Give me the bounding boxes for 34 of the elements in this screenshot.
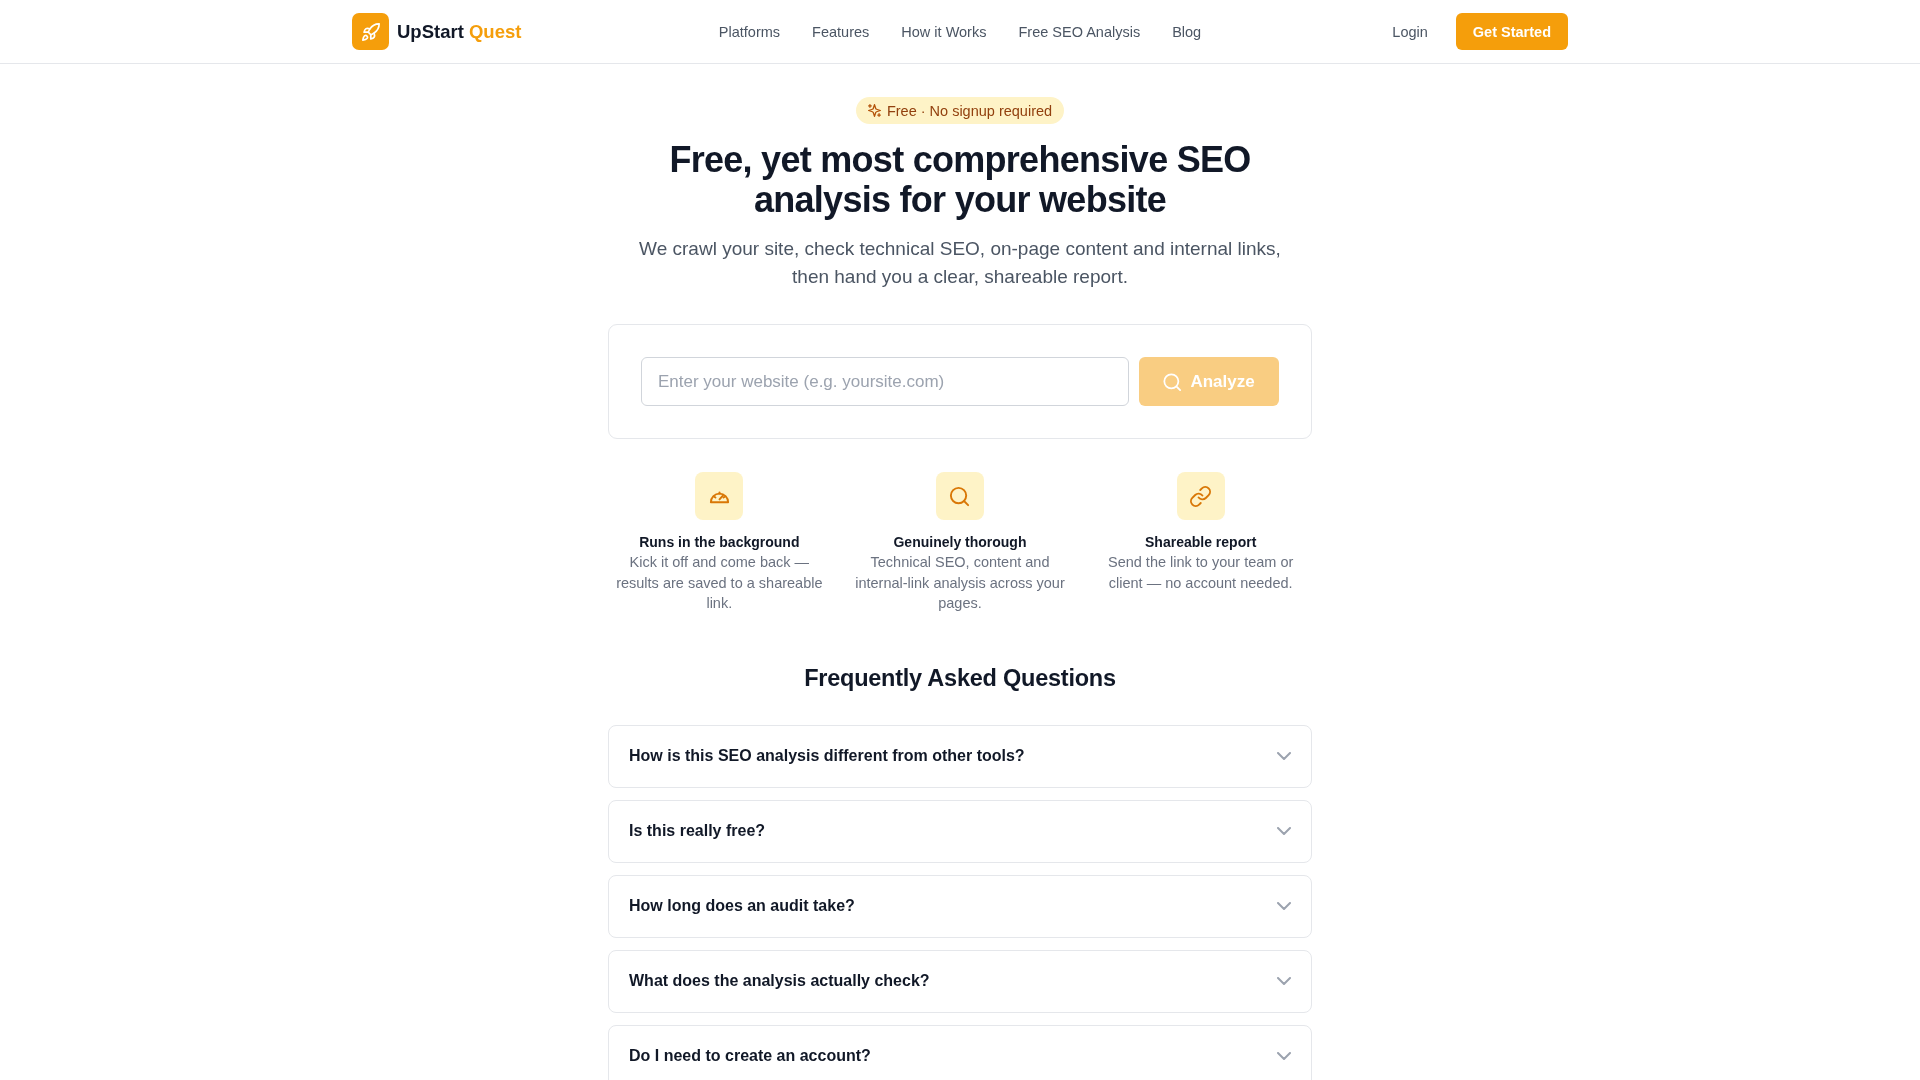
chevron-down-icon xyxy=(1277,827,1291,835)
search-icon xyxy=(936,472,984,520)
headline: Free, yet most comprehensive SEO analysis for your website xyxy=(668,140,1252,220)
feature-text: Send the link to your team or client — no account needed. xyxy=(1106,553,1295,593)
rocket-icon[interactable] xyxy=(352,13,389,50)
faq-item[interactable]: How is this SEO analysis different from other tools? xyxy=(608,724,1312,788)
chevron-down-icon xyxy=(1277,977,1291,985)
faq-item[interactable]: Is this really free? xyxy=(608,799,1312,863)
url-input[interactable]: Enter your website (e.g. yoursite.com) xyxy=(641,357,1129,406)
gauge-icon xyxy=(695,472,744,520)
link-icon xyxy=(1176,472,1225,520)
badge: Free · No signup required xyxy=(855,97,1065,124)
logo-text[interactable]: UpStart Quest xyxy=(397,20,522,43)
sparkle-icon xyxy=(867,104,881,117)
feature-title: Shareable report xyxy=(1145,533,1257,552)
faq-item[interactable]: What does the analysis actually check? xyxy=(608,949,1312,1013)
chevron-down-icon xyxy=(1277,752,1291,760)
nav-link[interactable]: Features xyxy=(812,23,870,40)
search-icon xyxy=(1163,372,1182,391)
nav-link[interactable]: How it Works xyxy=(901,23,987,40)
feature-text: Kick it off and come back — results are saved to a shareable link. xyxy=(615,553,824,613)
nav-link[interactable]: Platforms xyxy=(718,23,781,40)
subtitle: We crawl your site, check technical SEO, on-page content and internal links, then hand you a clear, shareable report. xyxy=(638,237,1282,289)
nav-link[interactable]: Free SEO Analysis xyxy=(1018,23,1141,40)
login-link[interactable]: Login xyxy=(1392,23,1428,40)
feature-title: Runs in the background xyxy=(639,533,800,552)
chevron-down-icon xyxy=(1277,902,1291,910)
faq-item[interactable]: How long does an audit take? xyxy=(608,874,1312,938)
feature-title: Genuinely thorough xyxy=(893,533,1027,552)
feature-text: Technical SEO, content and internal-link analysis across your pages. xyxy=(854,553,1066,613)
chevron-down-icon xyxy=(1277,1052,1291,1060)
nav-link[interactable]: Blog xyxy=(1172,23,1202,40)
faq-item[interactable]: Do I need to create an account? xyxy=(608,1024,1312,1080)
section-heading: Frequently Asked Questions xyxy=(804,663,1116,693)
